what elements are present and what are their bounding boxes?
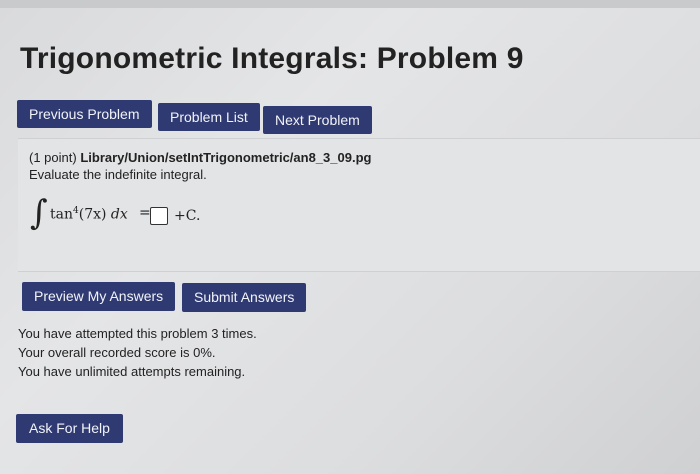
integrand-arg: (7x) xyxy=(78,206,107,223)
top-strip xyxy=(0,0,700,8)
problem-instruction: Evaluate the indefinite integral. xyxy=(29,167,207,182)
problem-meta: (1 point) Library/Union/setIntTrigonomet… xyxy=(29,150,371,165)
answer-input[interactable] xyxy=(150,207,168,225)
integrand-func: tan xyxy=(50,206,73,223)
integral-sign: ∫ xyxy=(30,193,48,233)
preview-answers-button[interactable]: Preview My Answers xyxy=(22,282,176,311)
submit-answers-button[interactable]: Submit Answers xyxy=(182,283,307,312)
remaining-text: You have unlimited attempts remaining. xyxy=(18,364,246,379)
ask-for-help-button[interactable]: Ask For Help xyxy=(16,414,123,443)
problem-path: Library/Union/setIntTrigonometric/an8_3_… xyxy=(80,150,372,165)
differential: dx xyxy=(110,206,128,223)
attempts-text: You have attempted this problem 3 times. xyxy=(18,326,257,341)
constant-of-integration: +C. xyxy=(174,208,201,224)
score-text: Your overall recorded score is 0%. xyxy=(18,345,216,360)
problem-points: (1 point) xyxy=(29,150,77,165)
next-problem-button[interactable]: Next Problem xyxy=(263,106,372,134)
integrand: tan4(7x) dx xyxy=(50,206,128,223)
page-title: Trigonometric Integrals: Problem 9 xyxy=(20,42,524,75)
problem-list-button[interactable]: Problem List xyxy=(158,103,260,131)
previous-problem-button[interactable]: Previous Problem xyxy=(17,100,152,128)
equals-sign: = xyxy=(139,205,151,221)
